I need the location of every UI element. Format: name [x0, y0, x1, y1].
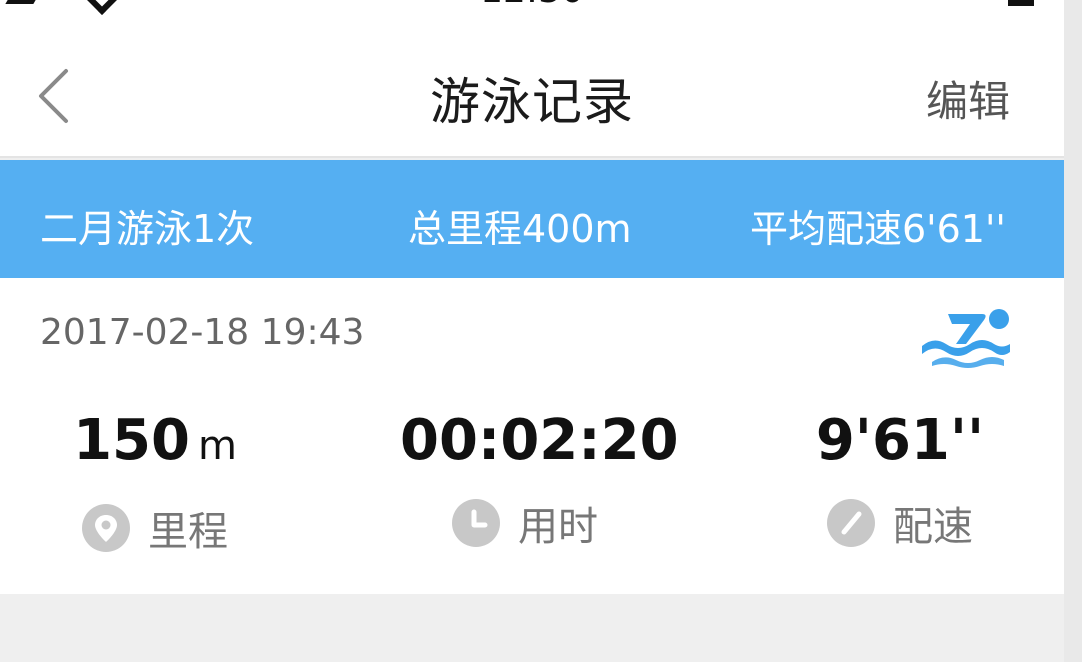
swim-record-card[interactable]: 2017-02-18 19:43 150 m 里程 00:02:20 用时 9'… — [0, 278, 1064, 594]
summary-banner: 二月游泳1次 总里程400m 平均配速6'61'' — [0, 160, 1064, 278]
pace-label-row: 配速 — [800, 494, 1000, 552]
distance-metric: 150 m 里程 — [60, 408, 250, 557]
distance-unit: m — [197, 423, 237, 469]
edit-button[interactable]: 编辑 — [926, 68, 1010, 129]
distance-value: 150 — [73, 408, 190, 473]
status-bar: 12:30 — [0, 0, 1064, 40]
summary-total-distance: 总里程400m — [408, 207, 632, 251]
distance-label: 里程 — [148, 509, 228, 555]
clock-icon — [452, 499, 500, 547]
distance-value-row: 150 m — [60, 408, 250, 479]
duration-metric: 00:02:20 用时 — [400, 408, 679, 552]
page-title: 游泳记录 — [430, 73, 634, 131]
distance-label-row: 里程 — [60, 499, 250, 557]
edge-strip — [1064, 0, 1082, 662]
battery-icon — [1008, 0, 1034, 6]
pace-value: 9'61'' — [815, 408, 985, 473]
summary-average-pace: 平均配速6'61'' — [750, 207, 1006, 251]
nav-bar: 游泳记录 编辑 — [0, 40, 1064, 158]
status-time: 12:30 — [0, 0, 1064, 11]
pace-label: 配速 — [893, 504, 973, 550]
duration-label: 用时 — [518, 504, 598, 550]
pace-metric: 9'61'' 配速 — [800, 408, 1000, 552]
duration-value: 00:02:20 — [400, 408, 679, 473]
location-pin-icon — [82, 504, 130, 552]
swimmer-icon — [922, 309, 1010, 368]
speedometer-icon — [827, 499, 875, 547]
record-datetime: 2017-02-18 19:43 — [40, 312, 365, 353]
summary-month-count: 二月游泳1次 — [40, 207, 255, 251]
duration-label-row: 用时 — [400, 494, 650, 552]
nav-divider — [0, 156, 1064, 158]
